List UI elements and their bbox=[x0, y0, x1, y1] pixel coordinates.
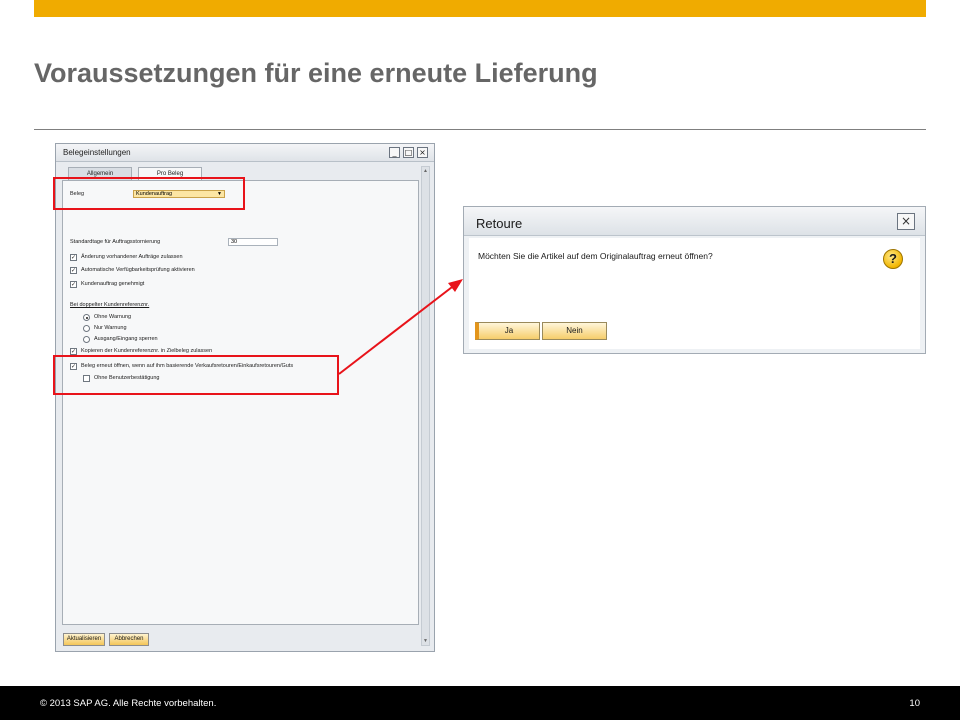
annotation-arrow bbox=[338, 279, 463, 375]
page-number: 10 bbox=[909, 698, 920, 709]
footer-bar: © 2013 SAP AG. Alle Rechte vorbehalten. … bbox=[0, 686, 960, 720]
arrow-line bbox=[338, 283, 457, 375]
copyright-text: © 2013 SAP AG. Alle Rechte vorbehalten. bbox=[40, 698, 217, 709]
arrow-head bbox=[448, 279, 463, 292]
